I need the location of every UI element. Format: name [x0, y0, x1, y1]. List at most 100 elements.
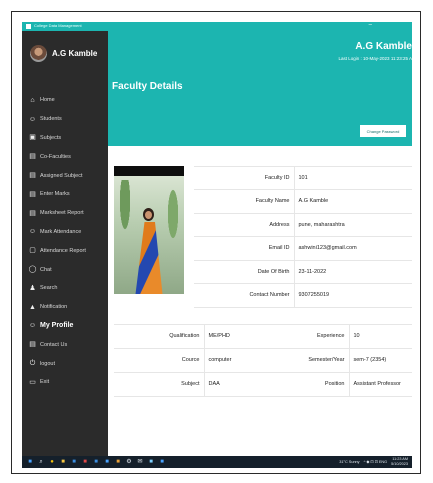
app-icon[interactable]: ■	[70, 458, 78, 466]
field-label: Faculty ID	[194, 166, 295, 190]
faculty-extra-table: Qualification ME/PHD Experience 10 Cource com…	[114, 324, 412, 397]
field-value: pune, maharashtra	[294, 213, 412, 237]
table-row: Date Of Birth 23-11-2022	[194, 260, 412, 284]
search-icon: ♟	[29, 284, 36, 292]
sidebar-item-chat[interactable]: ◯ Chat	[29, 260, 107, 279]
system-tray: 31°C Sunny ^ ◆ ⊡ ⊡ ENG 11:23 AM 5/10/202…	[339, 457, 408, 466]
table-row: Contact Number 9307255019	[194, 283, 412, 308]
main-content: Faculty ID 101 Faculty Name A.G Kamble Addre…	[108, 146, 412, 456]
app-icon[interactable]: ■	[81, 458, 89, 466]
app-icon[interactable]: ■	[103, 458, 111, 466]
marks-icon: ▤	[29, 190, 36, 198]
taskbar-icons: ■ ⌕ ● ■ ■ ■ ■ ■ ■ ⚙ ✉ ■ ■	[26, 458, 166, 466]
profile-icon: ☺	[28, 322, 37, 330]
field-label: Email ID	[194, 236, 295, 261]
sidebar-item-marksheet-report[interactable]: ▤ Marksheet Report	[29, 204, 107, 223]
sidebar-profile: A.G Kamble	[30, 45, 110, 65]
field-label: Contact Number	[194, 283, 295, 308]
field-value: 9307255019	[294, 283, 412, 308]
window-title: College Data Management	[34, 23, 82, 28]
window-titlebar: College Data Management –	[22, 22, 412, 31]
sidebar-item-contact-us[interactable]: ▤ Contact Us	[29, 335, 107, 354]
sidebar-item-co-faculties[interactable]: ▤ Co-Faculties	[29, 147, 107, 166]
table-row: Qualification ME/PHD Experience 10	[114, 324, 412, 349]
sidebar-item-label: My Profile	[40, 322, 74, 330]
windows-start-icon[interactable]: ■	[26, 458, 34, 466]
exit-icon: ▭	[29, 378, 36, 386]
report-icon: ▢	[29, 247, 36, 255]
assigned-subject-icon: ▤	[29, 172, 36, 180]
app-icon	[26, 24, 31, 29]
app-icon[interactable]: ■	[92, 458, 100, 466]
table-row: Faculty ID 101	[194, 166, 412, 190]
faculty-details-table: Faculty ID 101 Faculty Name A.G Kamble Addre…	[194, 166, 412, 308]
taskbar: ■ ⌕ ● ■ ■ ■ ■ ■ ■ ⚙ ✉ ■ ■ 31°C Sunny ^ ◆ ⊡ ⊡ ENG 11:…	[22, 456, 412, 468]
sidebar-item-exit[interactable]: ▭ Exit	[29, 373, 107, 392]
field-value: computer	[204, 348, 284, 373]
minimize-button[interactable]: –	[369, 22, 372, 28]
sidebar-item-home[interactable]: ⌂ Home	[29, 91, 107, 110]
field-label: Semester/Year	[284, 348, 350, 373]
field-label: Qualification	[114, 324, 205, 349]
weather-widget[interactable]: 31°C Sunny	[339, 460, 359, 464]
sidebar-item-label: Exit	[40, 379, 50, 386]
sidebar-item-label: Attendance Report	[40, 247, 86, 254]
field-label: Faculty Name	[194, 189, 295, 214]
sidebar-item-mark-attendance[interactable]: ☺ Mark Attendance	[29, 223, 107, 242]
sidebar-item-label: Contact Us	[40, 341, 68, 348]
sidebar-item-notification[interactable]: ▲ Notification	[29, 298, 107, 317]
field-label: Address	[194, 213, 295, 237]
app-icon[interactable]: ■	[114, 458, 122, 466]
app-icon[interactable]: ■	[147, 458, 155, 466]
field-value: sem-7 (2354)	[349, 348, 412, 373]
clock-date: 5/10/2023	[391, 461, 408, 466]
field-label: Cource	[114, 348, 205, 373]
sidebar-item-label: Chat	[40, 266, 52, 273]
notification-icon: ▲	[29, 303, 36, 311]
sidebar-item-subjects[interactable]: ▣ Subjects	[29, 129, 107, 148]
table-row: Email ID ashwini123@gmail.com	[194, 236, 412, 261]
app-icon[interactable]: ■	[158, 458, 166, 466]
sidebar-item-label: Search	[40, 285, 58, 292]
field-value: DAA	[204, 372, 284, 397]
table-row: Faculty Name A.G Kamble	[194, 189, 412, 214]
sidebar-item-label: logout	[40, 360, 55, 367]
sidebar-user-name: A.G Kamble	[52, 49, 98, 58]
file-explorer-icon[interactable]: ■	[59, 458, 67, 466]
field-label: Date Of Birth	[194, 260, 295, 284]
page-title: Faculty Details	[112, 81, 183, 92]
table-row: Address pune, maharashtra	[194, 213, 412, 237]
sidebar-item-assigned-subject[interactable]: ▤ Assigned Subject	[29, 166, 107, 185]
sidebar-item-attendance-report[interactable]: ▢ Attendance Report	[29, 241, 107, 260]
field-value: A.G Kamble	[294, 189, 412, 214]
sidebar-item-enter-marks[interactable]: ▤ Enter Marks	[29, 185, 107, 204]
sidebar-nav: ⌂ Home ☺ Students ▣ Subjects ▤ Co-Faculties ▤ Ass…	[29, 91, 107, 392]
sidebar-item-label: Mark Attendance	[40, 228, 82, 235]
sidebar-item-label: Subjects	[40, 134, 62, 141]
field-label: Subject	[114, 372, 205, 397]
search-icon[interactable]: ⌕	[37, 458, 45, 466]
change-password-button[interactable]: Change Password	[360, 125, 406, 137]
sidebar-item-search[interactable]: ♟ Search	[29, 279, 107, 298]
faculties-icon: ▤	[29, 153, 36, 161]
attendance-icon: ☺	[28, 228, 37, 236]
students-icon: ☺	[28, 115, 37, 123]
sidebar-item-label: Marksheet Report	[40, 210, 84, 217]
faculty-photo	[114, 166, 184, 294]
avatar	[30, 45, 47, 62]
field-value: Assistant Professor	[349, 372, 412, 397]
contact-icon: ▤	[29, 341, 36, 349]
sidebar-item-logout[interactable]: ⏻ logout	[29, 354, 107, 373]
mail-icon[interactable]: ✉	[136, 458, 144, 466]
chrome-icon[interactable]: ●	[48, 458, 56, 466]
field-value: 23-11-2022	[294, 260, 412, 284]
chat-icon: ◯	[28, 266, 37, 274]
settings-icon[interactable]: ⚙	[125, 458, 133, 466]
tray-icons[interactable]: ^ ◆ ⊡ ⊡ ENG	[364, 459, 388, 464]
sidebar-item-label: Home	[40, 97, 55, 104]
sidebar-item-label: Assigned Subject	[40, 172, 83, 179]
sidebar-item-my-profile[interactable]: ☺ My Profile	[29, 317, 107, 336]
sidebar-item-label: Enter Marks	[40, 191, 70, 198]
sidebar-item-students[interactable]: ☺ Students	[29, 110, 107, 129]
clock[interactable]: 11:23 AM 5/10/2023	[391, 457, 408, 466]
